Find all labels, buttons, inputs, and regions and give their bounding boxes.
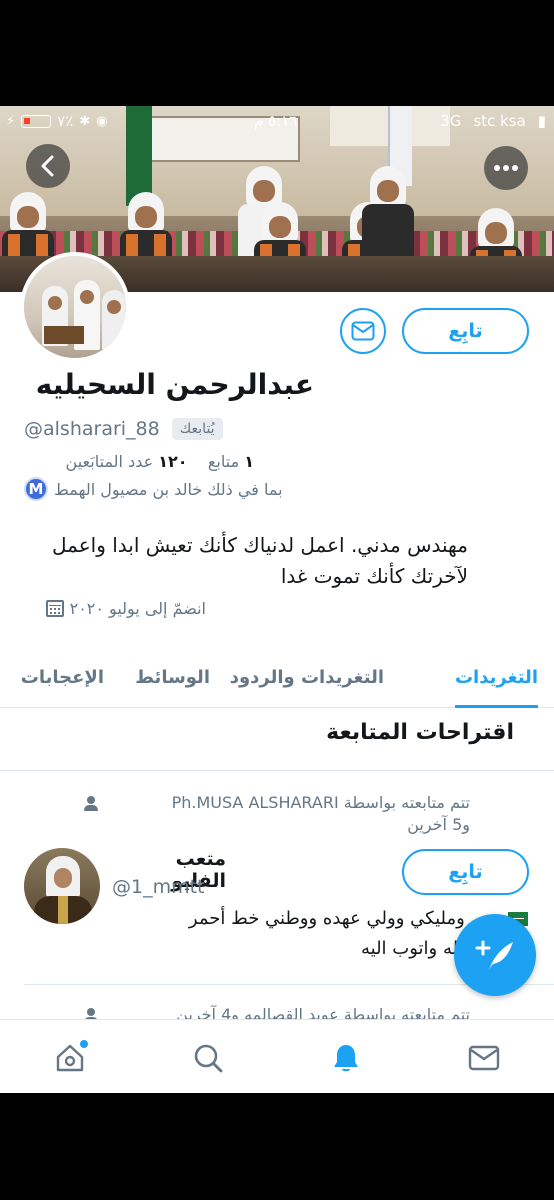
follow-stats: ١ متابع ١٢٠ عدد المتابَعين [24,452,254,471]
orientation-lock-icon: ◉ [96,113,108,129]
calendar-icon [45,599,64,617]
mutual-followers[interactable]: بما في ذلك خالد بن مصيول الهمط M [24,476,283,502]
suggested-user-avatar[interactable] [24,848,100,924]
notifications-bell-icon [334,1045,358,1072]
follow-button[interactable]: تابِع [402,308,529,354]
follows-you-badge: يُتابعك [171,418,223,440]
bottom-bezel [0,1093,554,1200]
compose-tweet-icon [475,940,513,970]
mutual-avatar-badge: M [24,477,48,501]
tab-tweets[interactable]: التغريدات [454,646,539,708]
carrier-name: stc ksa [473,112,526,130]
nav-search[interactable] [188,1038,228,1078]
search-icon [194,1044,223,1073]
profile-tabs: التغريدات التغريدات والردود الوسائط الإع… [0,646,554,708]
signal-icon: ▮ [537,112,546,130]
nav-messages[interactable] [464,1038,504,1078]
twitter-profile-screen: ⚡ ٧٪ ✱ ◉ ٥:١٦ م 3G stc ksa ▮ تابِع عبدال… [0,106,554,1093]
divider [0,770,554,771]
battery-percent: ٧٪ [57,112,74,130]
nav-home[interactable] [50,1038,90,1078]
more-options-button[interactable] [484,146,528,190]
more-horizontal-icon [494,165,518,171]
profile-handle: @alsharari_88 [24,418,160,440]
suggestion-context: تتم متابعته بواسطة Ph.MUSA ALSHARARI و5 … [171,793,470,834]
tab-media[interactable]: الوسائط [135,646,210,708]
handle-row: @alsharari_88 يُتابعك [24,418,223,440]
chevron-left-icon [41,155,54,177]
compose-tweet-button[interactable] [454,914,536,996]
suggested-user-follow-button[interactable]: تابِع [402,849,529,895]
network-type: 3G [440,112,462,130]
status-time: ٥:١٦ م [254,112,298,130]
nav-notifications[interactable] [326,1038,366,1078]
tab-likes[interactable]: الإعجابات [21,646,104,708]
followers-stat[interactable]: ١٢٠ عدد المتابَعين [66,452,188,471]
profile-name: عبدالرحمن السحيليه [35,368,314,401]
back-button[interactable] [26,144,70,188]
who-to-follow-title: اقتراحات المتابعة [326,720,514,745]
joined-date: انضمّ إلى يوليو ٢٠٢٠ [24,596,206,620]
profile-bio: مهندس مدني. اعمل لدنياك كأنك تعيش ابدا و… [52,533,468,588]
bottom-navigation [0,1019,554,1093]
new-content-dot [80,1040,88,1048]
top-bezel [0,0,554,106]
message-button[interactable] [340,308,386,354]
mutual-text: بما في ذلك خالد بن مصيول الهمط [54,479,283,499]
battery-icon [21,114,52,128]
person-icon [84,796,98,812]
status-bar: ⚡ ٧٪ ✱ ◉ ٥:١٦ م 3G stc ksa ▮ [6,112,546,130]
following-stat[interactable]: ١ متابع [208,452,254,471]
bluetooth-icon: ✱ [79,113,91,129]
suggested-user-handle: @1_mmtt [112,876,205,898]
messages-mail-icon [468,1045,500,1071]
tab-tweets-and-replies[interactable]: التغريدات والردود [230,646,384,708]
profile-avatar[interactable] [20,252,130,362]
mail-icon [351,321,375,341]
